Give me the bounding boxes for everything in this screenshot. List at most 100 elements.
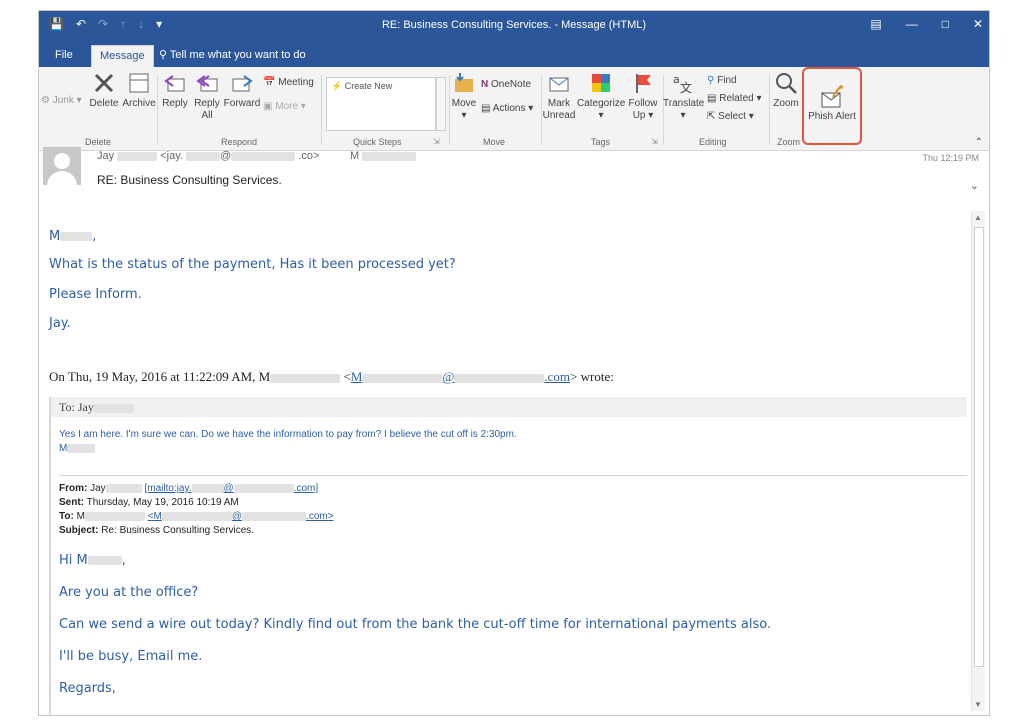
sender-email-domain: .co> <box>298 150 320 162</box>
quoted-sender-link[interactable]: M @ .com <box>351 369 570 384</box>
recipient-initial[interactable]: M <box>350 150 359 162</box>
phish-alert-icon <box>821 85 843 108</box>
quick-steps-gallery[interactable]: ⚡ Create New <box>326 77 436 131</box>
mark-unread-icon <box>549 77 569 92</box>
greeting-line: M, <box>49 229 97 244</box>
tab-file[interactable]: File <box>47 45 81 67</box>
collapse-ribbon-icon[interactable]: ⌃ <box>975 137 983 148</box>
move-group-label: Move <box>483 137 506 147</box>
zoom-button[interactable]: Zoom <box>771 71 801 110</box>
message-subject: RE: Business Consulting Services. <box>97 173 282 187</box>
move-folder-icon <box>455 73 473 92</box>
quoted-line-4: Regards, <box>59 681 116 696</box>
svg-text:文: 文 <box>680 80 692 95</box>
redacted-name <box>117 151 158 161</box>
quoted-to-meta-line: To: M <M @ .com> <box>59 511 334 522</box>
ribbon-display-options-icon[interactable]: ▤ <box>870 17 881 31</box>
scroll-down-icon[interactable]: ▼ <box>974 700 982 709</box>
forward-icon <box>232 75 253 92</box>
group-separator <box>157 75 158 145</box>
junk-icon: ⚙ <box>41 95 50 106</box>
reply-all-icon <box>196 75 218 92</box>
meeting-icon: 📅 <box>263 77 276 88</box>
quoted-divider <box>59 475 967 476</box>
quoted-line-1: Are you at the office? <box>59 585 199 600</box>
quoted-subject-line: Subject: Re: Business Consulting Service… <box>59 525 255 536</box>
sender-avatar <box>43 147 81 185</box>
zoom-group-label: Zoom <box>777 137 801 147</box>
redacted-name <box>87 556 122 565</box>
phish-alert-button[interactable]: Phish Alert <box>802 67 862 145</box>
tell-me-search[interactable]: ⚲ Tell me what you want to do <box>151 45 314 67</box>
quick-steps-launcher-icon[interactable]: ⇲ <box>433 137 440 146</box>
maximize-icon[interactable]: □ <box>942 17 949 31</box>
window-title: RE: Business Consulting Services. - Mess… <box>381 19 647 31</box>
related-icon: ▤ <box>707 93 717 104</box>
quoted-reply-text: Yes I am here. I'm sure we can. Do we ha… <box>59 429 517 440</box>
scroll-thumb[interactable] <box>974 227 984 667</box>
quick-steps-scroll[interactable] <box>436 77 446 131</box>
forward-button[interactable]: Forward <box>223 71 261 110</box>
reply-button[interactable]: Reply <box>159 71 191 110</box>
message-date: Thu 12:19 PM <box>922 153 979 163</box>
quoted-to-email-link[interactable]: <M @ .com> <box>148 511 334 522</box>
outlook-message-window: 💾 ↶ ↷ ↑ ↓ ▾ RE: Business Consulting Serv… <box>38 10 990 716</box>
find-icon: ⚲ <box>707 75 715 86</box>
respond-group-label: Respond <box>221 137 258 147</box>
redacted-domain <box>231 151 296 161</box>
delete-x-icon <box>94 73 114 93</box>
select-button[interactable]: ⇱ Select ▾ <box>707 111 754 122</box>
tab-message[interactable]: Message <box>91 45 154 67</box>
find-button[interactable]: ⚲ Find <box>707 75 737 86</box>
follow-up-button[interactable]: Follow Up ▾ <box>625 71 661 122</box>
archive-button[interactable]: Archive <box>121 71 157 110</box>
move-button[interactable]: Move ▾ <box>449 71 479 122</box>
select-icon: ⇱ <box>707 111 716 122</box>
redacted-email <box>186 151 221 161</box>
quick-steps-group-label: Quick Steps <box>353 137 402 147</box>
tags-group-label: Tags <box>591 137 611 147</box>
translate-icon: a文 <box>673 73 692 95</box>
more-respond-button[interactable]: ▣ More ▾ <box>263 101 306 112</box>
quoted-from-line: From: Jay [mailto:jay. @ .com] <box>59 483 319 494</box>
group-separator <box>769 75 770 145</box>
body-line-1: What is the status of the payment, Has i… <box>49 257 456 272</box>
redacted-name <box>270 373 341 383</box>
reply-all-button[interactable]: Reply All <box>191 71 223 122</box>
body-line-2: Please Inform. <box>49 287 142 302</box>
message-body: M, What is the status of the payment, Ha… <box>39 211 973 715</box>
categorize-button[interactable]: Categorize ▾ <box>577 71 625 122</box>
related-button[interactable]: ▤ Related ▾ <box>707 93 762 104</box>
meeting-button[interactable]: 📅 Meeting <box>263 77 314 88</box>
message-scrollbar[interactable]: ▲ ▼ <box>971 211 985 711</box>
actions-button[interactable]: ▤ Actions ▾ <box>481 103 533 114</box>
svg-text:a: a <box>673 73 680 86</box>
delete-button[interactable]: Delete <box>87 71 121 110</box>
lightning-icon: ⚡ <box>331 81 343 91</box>
close-icon[interactable]: ✕ <box>973 17 983 31</box>
junk-button[interactable]: ⚙ Junk ▾ <box>41 95 82 106</box>
minimize-icon[interactable]: — <box>906 17 918 31</box>
ribbon-tabs: File Message ⚲ Tell me what you want to … <box>39 41 989 67</box>
redacted-recipient <box>362 151 417 161</box>
redacted-name <box>67 443 96 453</box>
expand-header-icon[interactable]: ⌄ <box>970 179 979 192</box>
tags-launcher-icon[interactable]: ⇲ <box>651 137 658 146</box>
mailto-link[interactable]: [mailto:jay. @ .com] <box>144 483 318 494</box>
sender-line: Jay <jay. @ .co> M <box>97 150 417 162</box>
mark-unread-button[interactable]: Mark Unread <box>541 71 577 122</box>
sender-name[interactable]: Jay <box>97 150 114 162</box>
redacted-name <box>60 232 93 241</box>
translate-button[interactable]: a文 Translate ▾ <box>663 71 704 122</box>
tell-me-label: Tell me what you want to do <box>169 49 306 61</box>
quoted-line-3: I'll be busy, Email me. <box>59 649 203 664</box>
scroll-up-icon[interactable]: ▲ <box>974 213 982 222</box>
onenote-button[interactable]: N OneNote <box>481 79 531 90</box>
create-new-quick-step[interactable]: Create New <box>345 81 393 91</box>
body-signature: Jay. <box>49 316 71 331</box>
categorize-icon <box>592 74 610 92</box>
quoted-line-2: Can we send a wire out today? Kindly fin… <box>59 617 772 632</box>
reply-icon <box>164 75 185 92</box>
redacted-name <box>93 403 134 413</box>
window-controls: ▤ — □ ✕ <box>870 17 983 31</box>
